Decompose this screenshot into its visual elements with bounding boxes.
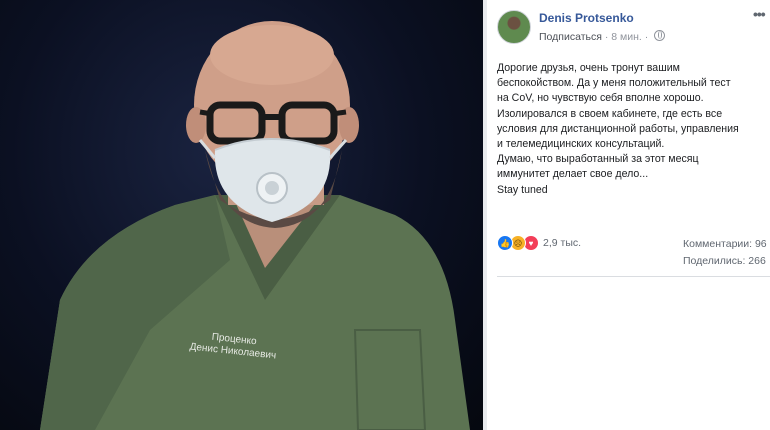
subscribe-link[interactable]: Подписаться: [539, 31, 602, 43]
author-avatar[interactable]: [497, 10, 531, 44]
post-text-line: Изолировался в своем кабинете, где есть …: [497, 107, 723, 120]
globe-icon: [654, 30, 666, 41]
author-name[interactable]: Denis Protsenko: [539, 11, 634, 25]
post-stats: Комментарии: 96 Поделились: 266: [683, 236, 767, 270]
post-panel: Denis Protsenko Подписаться · 8 мин. · •…: [487, 0, 770, 430]
post-text-line: Думаю, что выработанный за этот месяц: [497, 153, 699, 166]
post-text-line: условия для дистанционной работы, управл…: [497, 122, 739, 135]
reactions-summary[interactable]: 👍 ☹ ♥ 2,9 тыс.: [497, 234, 581, 252]
post-text-line: Дорогие друзья, очень тронут вашим: [497, 62, 680, 74]
shares-count-link[interactable]: Поделились: 266: [683, 253, 767, 270]
post-photo[interactable]: Проценко Денис Николаевич: [0, 0, 483, 430]
post-time[interactable]: 8 мин.: [611, 31, 642, 43]
reactions-count: 2,9 тыс.: [543, 237, 582, 249]
photo-illustration: [40, 21, 470, 430]
comments-count-link[interactable]: Комментарии: 96: [683, 236, 767, 253]
post-meta: Подписаться · 8 мин. ·: [539, 30, 666, 43]
post-text-line: иммунитет делает свое дело...: [497, 168, 649, 181]
stats-divider: [497, 276, 770, 277]
post-text-line: и телемедицинских консультаций.: [497, 138, 665, 151]
like-reaction-icon: 👍: [497, 235, 513, 251]
post-text-line: беспокойством. Да у меня положительный т…: [497, 77, 731, 90]
meta-separator: ·: [644, 31, 652, 43]
more-options-icon[interactable]: •••: [753, 6, 766, 22]
post-text-line: на CoV, но чувствую себя вполне хорошо.: [497, 92, 704, 105]
post-text: Дорогие друзья, очень тронут вашим беспо…: [497, 61, 769, 198]
post-text-line: Stay tuned: [497, 183, 548, 196]
